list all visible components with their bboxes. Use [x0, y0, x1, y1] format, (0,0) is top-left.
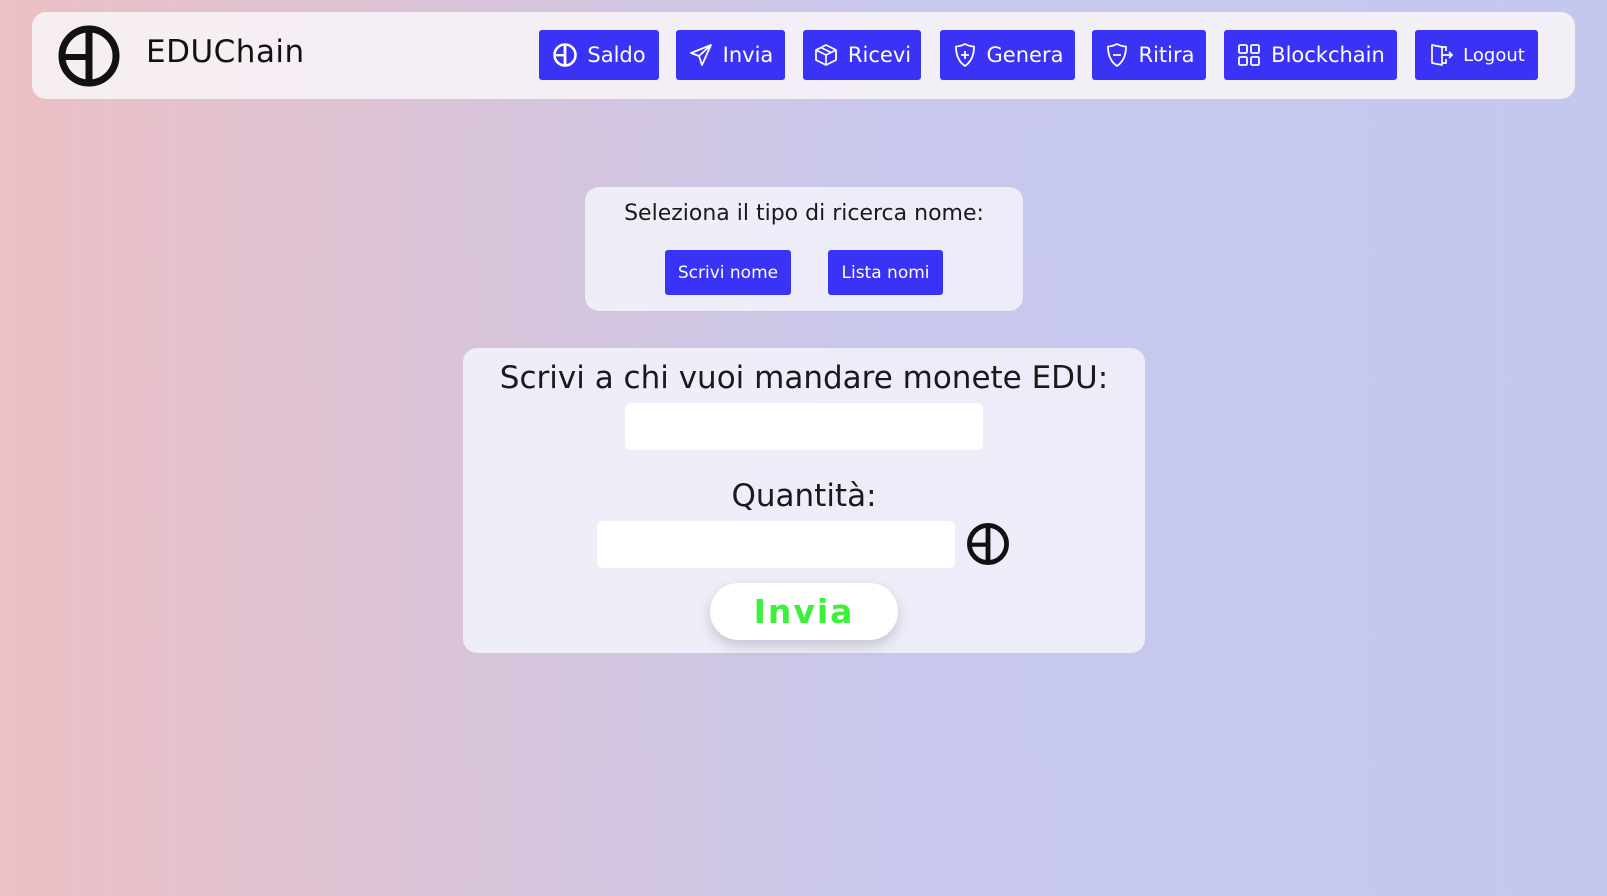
coin-icon	[553, 43, 578, 67]
nav-blockchain-label: Blockchain	[1271, 43, 1385, 67]
box-icon	[815, 44, 837, 66]
nav-logout-label: Logout	[1463, 44, 1525, 66]
edu-coin-logo-icon	[58, 25, 120, 87]
name-list-button[interactable]: Lista nomi	[828, 250, 943, 295]
paper-plane-icon	[689, 44, 712, 66]
nav-ricevi-button[interactable]: Ricevi	[803, 30, 921, 80]
send-submit-button[interactable]: Invia	[710, 583, 898, 640]
door-exit-icon	[1431, 44, 1454, 66]
nav-invia-button[interactable]: Invia	[676, 30, 785, 80]
nav-blockchain-button[interactable]: Blockchain	[1224, 30, 1397, 80]
nav-ricevi-label: Ricevi	[847, 43, 912, 67]
recipient-input[interactable]	[625, 403, 983, 450]
nav-ritira-label: Ritira	[1138, 43, 1195, 67]
shield-minus-icon	[1106, 43, 1127, 67]
write-name-button[interactable]: Scrivi nome	[665, 250, 791, 295]
send-coins-panel: Scrivi a chi vuoi mandare monete EDU: Qu…	[463, 348, 1145, 653]
nav-genera-button[interactable]: Genera	[940, 30, 1075, 80]
search-type-panel: Seleziona il tipo di ricerca nome: Scriv…	[585, 187, 1023, 311]
app-name: EDUChain	[146, 34, 305, 70]
nav-genera-label: Genera	[986, 43, 1064, 67]
shield-plus-icon	[954, 43, 975, 67]
edu-coin-icon	[967, 523, 1009, 565]
nav-saldo-label: Saldo	[587, 43, 646, 67]
nav-saldo-button[interactable]: Saldo	[539, 30, 659, 80]
nav-logout-button[interactable]: Logout	[1415, 30, 1538, 80]
top-navbar: EDUChain Saldo Invia Ricevi Genera Ritir…	[32, 12, 1575, 99]
search-type-prompt: Seleziona il tipo di ricerca nome:	[624, 201, 984, 226]
quantity-label: Quantità:	[731, 478, 877, 514]
grid-icon	[1238, 44, 1261, 66]
quantity-input[interactable]	[597, 521, 955, 568]
nav-ritira-button[interactable]: Ritira	[1092, 30, 1206, 80]
recipient-label: Scrivi a chi vuoi mandare monete EDU:	[499, 360, 1109, 396]
nav-invia-label: Invia	[722, 43, 774, 67]
